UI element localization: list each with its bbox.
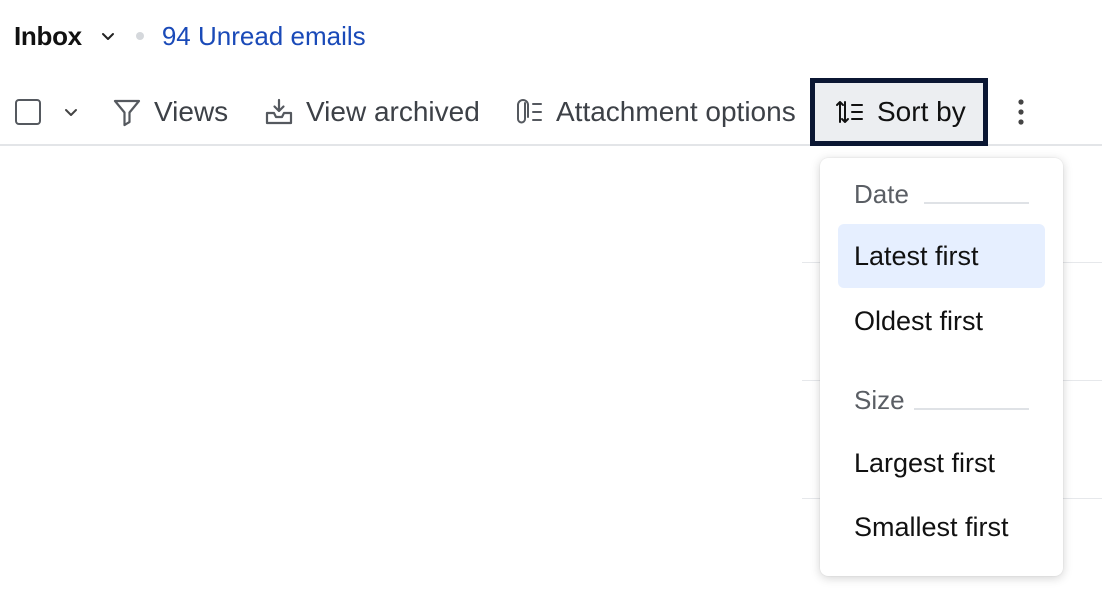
sort-option-oldest-first[interactable]: Oldest first: [838, 289, 1045, 353]
folder-header: Inbox 94 Unread emails: [14, 16, 366, 56]
sort-option-smallest-first[interactable]: Smallest first: [838, 495, 1045, 559]
sort-by-button[interactable]: Sort by: [810, 78, 988, 146]
chevron-down-icon[interactable]: [100, 28, 116, 44]
sort-by-menu: Date Latest first Oldest first Size Larg…: [820, 158, 1063, 576]
select-options-chevron[interactable]: [64, 78, 82, 146]
mail-toolbar: Views View archived Attachment options S…: [0, 78, 1102, 146]
select-all-checkbox[interactable]: [15, 99, 41, 125]
views-label: Views: [154, 96, 229, 127]
attachment-options-label: Attachment options: [556, 96, 796, 127]
separator-dot: [135, 32, 144, 40]
group-divider: [914, 408, 1029, 410]
attachment-options-button[interactable]: Attachment options: [514, 78, 796, 146]
view-archived-label: View archived: [306, 96, 480, 127]
archive-tray-icon: [264, 97, 294, 127]
more-options-button[interactable]: [1010, 78, 1032, 146]
sort-icon: [835, 97, 865, 127]
mail-list-page: Inbox 94 Unread emails Views View archiv…: [0, 0, 1102, 614]
sort-group-size: Size: [854, 384, 905, 415]
group-divider: [924, 202, 1029, 204]
more-vertical-icon: [1017, 98, 1025, 126]
sort-option-largest-first[interactable]: Largest first: [838, 431, 1045, 495]
sort-option-latest-first[interactable]: Latest first: [838, 224, 1045, 288]
unread-emails-link[interactable]: 94 Unread emails: [162, 21, 366, 52]
filter-icon: [112, 97, 142, 127]
sort-group-date: Date: [854, 178, 909, 209]
sort-by-label: Sort by: [877, 96, 966, 127]
folder-name[interactable]: Inbox: [14, 21, 82, 52]
paperclip-list-icon: [514, 97, 544, 127]
chevron-down-icon: [64, 108, 78, 117]
view-archived-button[interactable]: View archived: [264, 78, 480, 146]
views-button[interactable]: Views: [112, 78, 228, 146]
